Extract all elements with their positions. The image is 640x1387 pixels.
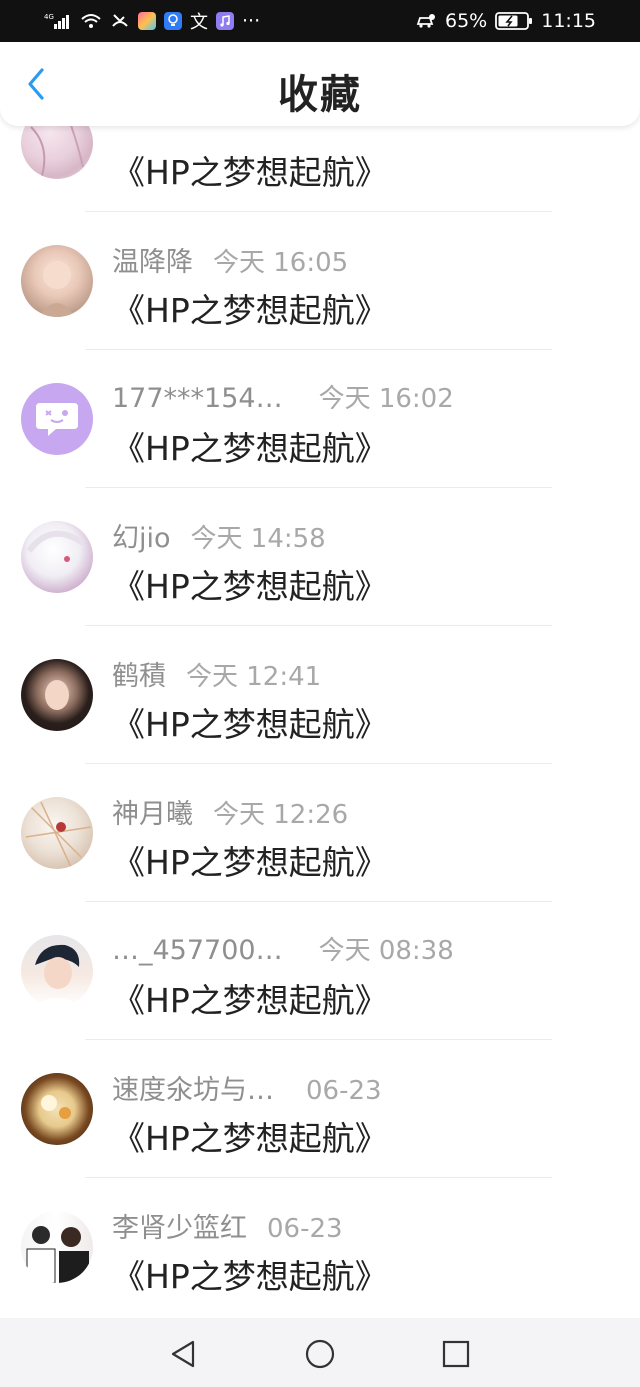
avatar bbox=[21, 245, 93, 317]
item-content: 《HP之梦想起航》 bbox=[112, 291, 388, 330]
missed-call-icon bbox=[110, 12, 130, 30]
timestamp: 今天 08:38 bbox=[318, 936, 454, 966]
list-item[interactable]: 神月曦 今天 12:26 《HP之梦想起航》 bbox=[0, 764, 640, 902]
list-item[interactable]: 幻jio 今天 14:58 《HP之梦想起航》 bbox=[0, 488, 640, 626]
avatar bbox=[21, 797, 93, 869]
music-app-icon bbox=[216, 12, 234, 30]
translate-icon: 文 bbox=[190, 12, 208, 33]
avatar bbox=[21, 659, 93, 731]
user-name[interactable]: 鹤積 bbox=[112, 654, 166, 693]
clock: 11:15 bbox=[541, 10, 596, 32]
avatar bbox=[21, 1211, 93, 1283]
chat-bubble-icon bbox=[36, 403, 78, 436]
page-title: 收藏 bbox=[278, 72, 362, 118]
square-recents-icon bbox=[442, 1340, 470, 1368]
item-meta: 幻jio 今天 14:58 bbox=[112, 516, 326, 555]
timestamp: 06-23 bbox=[306, 1076, 382, 1106]
list-item[interactable]: 温降降 今天 16:05 《HP之梦想起航》 bbox=[0, 212, 640, 350]
list-item[interactable]: 鹤積 今天 12:41 《HP之梦想起航》 bbox=[0, 626, 640, 764]
timestamp: 今天 14:58 bbox=[190, 524, 326, 554]
triangle-back-icon bbox=[171, 1340, 195, 1368]
avatar bbox=[21, 383, 93, 455]
timestamp: 06-23 bbox=[267, 1214, 343, 1244]
favorites-list: 《HP之梦想起航》 温降降 今天 16:05 《HP之梦想起航》 177***1… bbox=[0, 74, 640, 1318]
car-mode-icon bbox=[415, 12, 437, 30]
top-app-bar: 收藏 bbox=[0, 42, 640, 126]
timestamp: 今天 12:41 bbox=[186, 662, 322, 692]
svg-text:4G: 4G bbox=[44, 13, 54, 21]
list-item[interactable]: 速度氽坊与… 06-23 《HP之梦想起航》 bbox=[0, 1040, 640, 1178]
status-bar: 4G 文 ··· 65% 11:15 bbox=[0, 0, 640, 42]
list-item[interactable]: …_457700… 今天 08:38 《HP之梦想起航》 bbox=[0, 902, 640, 1040]
timestamp: 今天 12:26 bbox=[213, 800, 349, 830]
user-name[interactable]: 李肾少篮红 bbox=[112, 1206, 247, 1245]
user-name[interactable]: 177***154… bbox=[112, 383, 283, 414]
item-meta: 神月曦 今天 12:26 bbox=[112, 792, 349, 831]
avatar bbox=[21, 935, 93, 1007]
item-meta: 速度氽坊与… 06-23 bbox=[112, 1068, 382, 1107]
item-meta: …_457700… 今天 08:38 bbox=[112, 930, 454, 966]
timestamp: 今天 16:02 bbox=[318, 384, 454, 414]
user-name[interactable]: 温降降 bbox=[112, 240, 193, 279]
item-content: 《HP之梦想起航》 bbox=[112, 567, 388, 606]
avatar bbox=[21, 521, 93, 593]
wifi-icon bbox=[80, 12, 102, 30]
avatar bbox=[21, 1073, 93, 1145]
timestamp: 今天 16:05 bbox=[213, 248, 349, 278]
item-content: 《HP之梦想起航》 bbox=[112, 705, 388, 744]
item-content: 《HP之梦想起航》 bbox=[112, 1257, 388, 1296]
signal-icon: 4G bbox=[44, 12, 72, 30]
battery-percent: 65% bbox=[445, 10, 488, 32]
user-name[interactable]: 速度氽坊与… bbox=[112, 1068, 274, 1107]
list-item[interactable]: 李肾少篮红 06-23 《HP之梦想起航》 bbox=[0, 1178, 640, 1316]
user-name[interactable]: …_457700… bbox=[112, 935, 283, 966]
item-meta: 李肾少篮红 06-23 bbox=[112, 1206, 343, 1245]
user-name[interactable]: 幻jio bbox=[112, 516, 171, 555]
status-left: 4G 文 ··· bbox=[44, 8, 260, 34]
nav-home-button[interactable] bbox=[300, 1334, 340, 1374]
user-name[interactable]: 神月曦 bbox=[112, 792, 193, 831]
item-content: 《HP之梦想起航》 bbox=[112, 153, 388, 192]
lightbulb-app-icon bbox=[164, 12, 182, 30]
system-navigation-bar bbox=[0, 1318, 640, 1387]
item-meta: 鹤積 今天 12:41 bbox=[112, 654, 322, 693]
item-content: 《HP之梦想起航》 bbox=[112, 429, 388, 468]
item-meta: 177***154… 今天 16:02 bbox=[112, 378, 454, 414]
gallery-app-icon bbox=[138, 12, 156, 30]
item-meta: 温降降 今天 16:05 bbox=[112, 240, 349, 279]
list-item[interactable]: 177***154… 今天 16:02 《HP之梦想起航》 bbox=[0, 350, 640, 488]
circle-home-icon bbox=[305, 1339, 335, 1369]
nav-back-button[interactable] bbox=[163, 1334, 203, 1374]
item-content: 《HP之梦想起航》 bbox=[112, 981, 388, 1020]
more-notifications: ··· bbox=[242, 10, 261, 32]
nav-recents-button[interactable] bbox=[436, 1334, 476, 1374]
status-right: 65% 11:15 bbox=[415, 10, 596, 32]
item-content: 《HP之梦想起航》 bbox=[112, 1119, 388, 1158]
item-content: 《HP之梦想起航》 bbox=[112, 843, 388, 882]
battery-charging-icon bbox=[495, 11, 533, 31]
